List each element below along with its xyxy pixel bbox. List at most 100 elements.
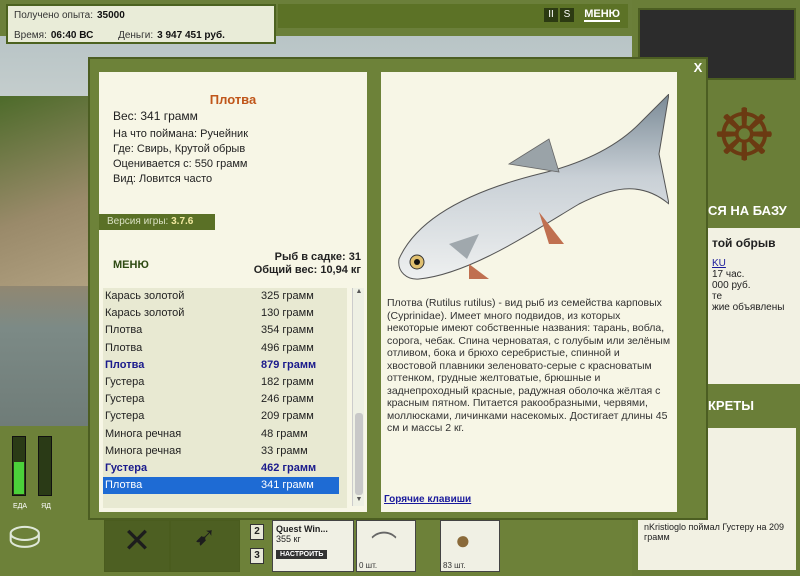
status-hud: Получено опыта: 35000 Время: 06:40 ВС День… bbox=[6, 4, 276, 44]
fish-description-panel: Плотва (Rutilus rutilus) - вид рыб из се… bbox=[381, 72, 677, 512]
ship-wheel-icon[interactable]: ☸ bbox=[712, 100, 777, 172]
main-menu-button[interactable]: МЕНЮ bbox=[584, 8, 620, 22]
keepnet-weight: Общий вес: 10,94 кг bbox=[253, 264, 361, 276]
money-label: Деньги: bbox=[118, 30, 154, 41]
river-bank bbox=[0, 96, 90, 286]
catch-list-item[interactable]: Плотва 341 грамм bbox=[103, 477, 339, 495]
catch-list-item[interactable]: Карась золотой 130 грамм bbox=[103, 305, 339, 322]
catch-fish-weight: 182 грамм bbox=[261, 376, 314, 388]
close-icon[interactable]: X bbox=[691, 60, 705, 76]
info-line: те bbox=[712, 291, 723, 302]
catch-location: Где: Свирь, Крутой обрыв bbox=[113, 143, 246, 155]
location-name: той обрыв bbox=[712, 236, 776, 250]
secrets-label[interactable]: КРЕТЫ bbox=[708, 398, 754, 413]
larva-icon: ● bbox=[455, 525, 471, 555]
catch-fish-weight: 130 грамм bbox=[261, 307, 314, 320]
experience-row: Получено опыта: 35000 bbox=[14, 10, 147, 21]
quest-slot[interactable]: Quest Win... 355 кг НАСТРОИТЬ bbox=[272, 520, 354, 572]
keepnet-summary: Рыб в садке: 31 Общий вес: 10,94 кг bbox=[254, 251, 361, 277]
fish-tool-icon[interactable]: ➹ bbox=[170, 520, 240, 572]
catch-fish-weight: 246 грамм bbox=[261, 393, 314, 406]
sound-button[interactable]: S bbox=[560, 8, 574, 22]
meters: ЕДА ЯД bbox=[8, 430, 62, 510]
food-meter-label: ЕДА bbox=[12, 503, 28, 510]
catch-fish-weight: 462 грамм bbox=[261, 462, 317, 474]
keepnet-count: Рыб в садке: 31 bbox=[274, 251, 361, 263]
catch-fish-name: Густера bbox=[105, 376, 145, 388]
configure-button[interactable]: НАСТРОИТЬ bbox=[276, 550, 328, 559]
version-value: 3.7.6 bbox=[171, 216, 194, 227]
location-info: той обрыв KU 17 час. 000 руб. те жие объ… bbox=[708, 228, 800, 384]
caught-with: На что поймана: Ручейник bbox=[113, 128, 249, 140]
game-version: Версия игры: 3.7.6 bbox=[99, 214, 215, 230]
bait-slot-larva[interactable]: ● 83 шт. bbox=[440, 520, 500, 572]
poison-meter-label: ЯД bbox=[41, 503, 51, 510]
time-label: Время: bbox=[14, 30, 47, 41]
catch-fish-name: Густера bbox=[105, 410, 145, 423]
scroll-down-icon[interactable]: ▼ bbox=[353, 496, 365, 506]
hotkeys-link[interactable]: Горячие клавиши bbox=[384, 494, 471, 505]
quest-title: Quest Win... bbox=[276, 524, 328, 534]
catch-list-item[interactable]: Плотва 879 грамм bbox=[103, 357, 339, 374]
catch-list-item[interactable]: Густера 209 грамм bbox=[103, 408, 339, 425]
catch-list-item[interactable]: Густера 246 грамм bbox=[103, 391, 339, 408]
fish-details-panel: Плотва Вес: 341 грамм На что поймана: Ру… bbox=[99, 72, 367, 512]
version-label: Версия игры: bbox=[107, 216, 169, 227]
catch-list-item[interactable]: Карась золотой 325 грамм bbox=[103, 288, 339, 305]
info-line: жие объявлены bbox=[712, 302, 785, 313]
valued-from: Оценивается с: 550 грамм bbox=[113, 158, 248, 170]
top-bar: II S МЕНЮ bbox=[278, 4, 628, 28]
fish-name: Плотва bbox=[209, 92, 257, 107]
catch-list-item[interactable]: Плотва 496 грамм bbox=[103, 340, 339, 357]
catch-fish-name: Плотва bbox=[105, 341, 143, 354]
scroll-up-icon[interactable]: ▲ bbox=[353, 288, 365, 298]
money-value: 3 947 451 руб. bbox=[157, 30, 225, 41]
catch-list-item[interactable]: Плотва 354 грамм bbox=[103, 322, 339, 339]
catch-list-item[interactable]: Густера 182 грамм bbox=[103, 374, 339, 391]
time-value: 06:40 ВС bbox=[50, 30, 94, 41]
bait-slot-hook[interactable]: ⌒ 0 шт. bbox=[356, 520, 416, 572]
catch-fish-weight: 879 грамм bbox=[261, 358, 317, 371]
catch-list-scrollbar[interactable]: ▲ ▼ bbox=[352, 288, 364, 506]
dialog-menu-button[interactable]: МЕНЮ bbox=[113, 259, 149, 271]
info-line: 000 руб. bbox=[712, 280, 751, 291]
catch-list: Карась золотой 325 грамм Карась золотой 130… bbox=[103, 288, 347, 508]
scroll-thumb[interactable] bbox=[355, 413, 363, 495]
pause-button[interactable]: II bbox=[544, 8, 558, 22]
experience-label: Получено опыта: bbox=[14, 10, 93, 21]
catch-fish-name: Минога речная bbox=[105, 444, 182, 457]
roach-fish-image bbox=[398, 94, 669, 280]
catch-fish-name: Густера bbox=[105, 393, 145, 406]
hook-icon: ⌒ bbox=[371, 530, 398, 560]
catch-fish-name: Минога речная bbox=[105, 427, 182, 440]
catch-fish-weight: 496 грамм bbox=[261, 341, 314, 354]
catch-list-item[interactable]: Минога речная 33 грамм bbox=[103, 443, 339, 460]
experience-value: 35000 bbox=[96, 10, 125, 21]
info-line[interactable]: KU bbox=[712, 258, 796, 269]
catch-fish-weight: 325 грамм bbox=[261, 290, 314, 302]
catch-fish-weight: 33 грамм bbox=[261, 444, 308, 457]
catch-fish-name: Густера bbox=[105, 462, 148, 474]
cauldron-icon[interactable]: ⛀ bbox=[8, 512, 42, 558]
time-money-row: Время: 06:40 ВС Деньги: 3 947 451 руб. bbox=[14, 30, 247, 41]
food-meter: ЕДА bbox=[12, 436, 27, 510]
poison-meter: ЯД bbox=[38, 436, 52, 510]
catch-fish-name: Карась золотой bbox=[105, 307, 185, 320]
feed-entry: nKristioglo поймал Густеру на 209 грамм bbox=[644, 522, 784, 542]
catch-list-item[interactable]: Минога речная 48 грамм bbox=[103, 426, 339, 443]
fork-knife-icon[interactable]: ✕ bbox=[104, 520, 170, 572]
catch-fish-weight: 341 грамм bbox=[261, 479, 314, 492]
slot-count: 83 шт. bbox=[443, 561, 466, 570]
fish-kind: Вид: Ловится часто bbox=[113, 173, 213, 185]
info-line: 17 час. bbox=[712, 269, 745, 280]
return-to-base-label[interactable]: СЯ НА БАЗУ bbox=[708, 203, 787, 218]
slot-number-3[interactable]: 3 bbox=[250, 548, 264, 564]
slot-count: 0 шт. bbox=[359, 561, 378, 570]
food-meter-fill bbox=[14, 462, 24, 494]
fish-details: На что поймана: Ручейник Где: Свирь, Кру… bbox=[113, 127, 248, 187]
fish-weight: Вес: 341 грамм bbox=[113, 109, 198, 123]
quest-weight: 355 кг bbox=[276, 534, 301, 544]
catch-list-item[interactable]: Густера 462 грамм bbox=[103, 460, 339, 477]
slot-number-2[interactable]: 2 bbox=[250, 524, 264, 540]
catch-fish-name: Плотва bbox=[105, 358, 145, 371]
